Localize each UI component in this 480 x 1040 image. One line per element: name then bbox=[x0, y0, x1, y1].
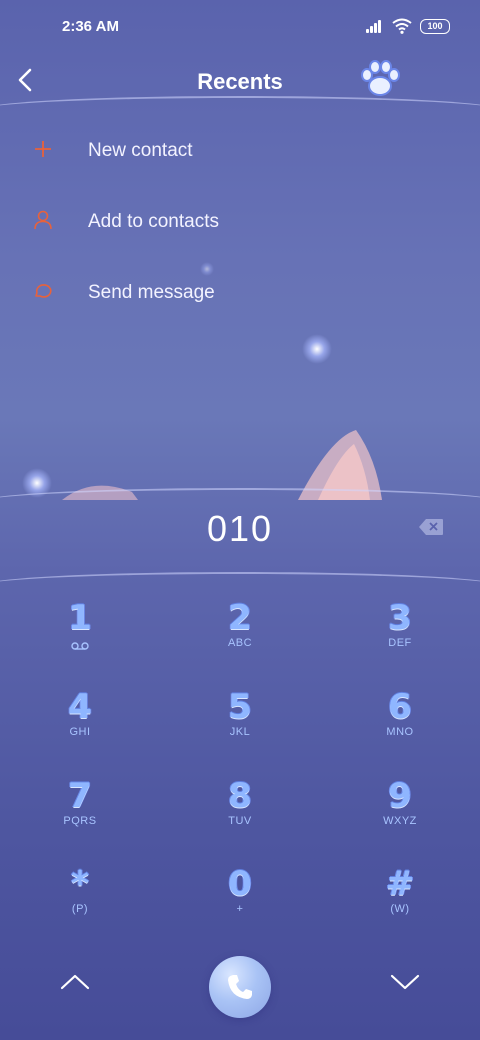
key-letters: TUV bbox=[228, 815, 252, 827]
key-digit: 1 bbox=[68, 598, 92, 638]
key-hash[interactable]: # (W) bbox=[340, 864, 460, 944]
key-3[interactable]: 3 DEF bbox=[340, 598, 460, 678]
sparkle-decoration bbox=[200, 262, 214, 276]
new-contact-label: New contact bbox=[88, 140, 193, 161]
voicemail-icon bbox=[71, 642, 89, 650]
status-icons: 100 bbox=[366, 18, 450, 34]
key-letters: MNO bbox=[386, 726, 414, 738]
wifi-icon bbox=[392, 18, 412, 34]
key-letters: JKL bbox=[229, 726, 251, 738]
chevron-down-icon[interactable] bbox=[389, 970, 421, 994]
plus-icon bbox=[35, 141, 51, 157]
key-2[interactable]: 2 ABC bbox=[180, 598, 300, 678]
signal-icon bbox=[366, 19, 384, 33]
key-letters: PQRS bbox=[63, 815, 97, 827]
key-letters: (W) bbox=[390, 903, 410, 915]
key-4[interactable]: 4 GHI bbox=[20, 687, 140, 767]
key-7[interactable]: 7 PQRS bbox=[20, 776, 140, 856]
send-message-item[interactable]: Send message bbox=[0, 266, 480, 322]
key-6[interactable]: 6 MNO bbox=[340, 687, 460, 767]
key-letters: ABC bbox=[227, 637, 253, 649]
key-9[interactable]: 9 WXYZ bbox=[340, 776, 460, 856]
message-bubble-icon bbox=[35, 284, 52, 298]
chevron-up-icon[interactable] bbox=[59, 970, 91, 994]
key-digit: 2 bbox=[228, 598, 252, 638]
paw-icon[interactable] bbox=[358, 58, 402, 100]
key-digit: 3 bbox=[388, 598, 412, 638]
person-icon bbox=[34, 210, 52, 230]
key-letters: DEF bbox=[388, 637, 412, 649]
add-to-contacts-item[interactable]: Add to contacts bbox=[0, 195, 480, 251]
status-bar: 2:36 AM 100 bbox=[0, 0, 480, 56]
key-0[interactable]: 0 + bbox=[180, 864, 300, 944]
page-title: Recents bbox=[197, 69, 283, 94]
send-message-label: Send message bbox=[88, 282, 215, 303]
backspace-icon[interactable] bbox=[418, 518, 444, 536]
status-time: 2:36 AM bbox=[62, 18, 119, 35]
key-digit: 8 bbox=[228, 776, 252, 816]
key-8[interactable]: 8 TUV bbox=[180, 776, 300, 856]
key-letters: GHI bbox=[69, 726, 91, 738]
dialed-number: 010 bbox=[206, 508, 274, 549]
new-contact-item[interactable]: New contact bbox=[0, 124, 480, 180]
key-1[interactable]: 1 bbox=[20, 598, 140, 678]
battery-indicator: 100 bbox=[420, 18, 450, 34]
key-digit: 9 bbox=[388, 776, 412, 816]
sparkle-decoration bbox=[302, 334, 332, 364]
phone-icon bbox=[228, 975, 252, 999]
display-top-divider bbox=[0, 488, 480, 506]
key-digit: 5 bbox=[228, 687, 252, 727]
key-digit: 0 bbox=[228, 864, 252, 904]
key-digit: 4 bbox=[68, 687, 92, 727]
key-digit: * bbox=[71, 864, 89, 904]
key-star[interactable]: * (P) bbox=[20, 864, 140, 944]
call-button[interactable] bbox=[209, 956, 271, 1018]
key-digit: # bbox=[385, 864, 415, 904]
keypad-divider bbox=[0, 572, 480, 590]
key-letters: WXYZ bbox=[383, 815, 417, 827]
key-digit: 7 bbox=[68, 776, 92, 816]
add-to-contacts-label: Add to contacts bbox=[88, 211, 219, 232]
key-letters: + bbox=[236, 903, 244, 915]
key-5[interactable]: 5 JKL bbox=[180, 687, 300, 767]
key-digit: 6 bbox=[388, 687, 412, 727]
key-letters: (P) bbox=[71, 903, 89, 915]
header-divider bbox=[0, 96, 480, 114]
